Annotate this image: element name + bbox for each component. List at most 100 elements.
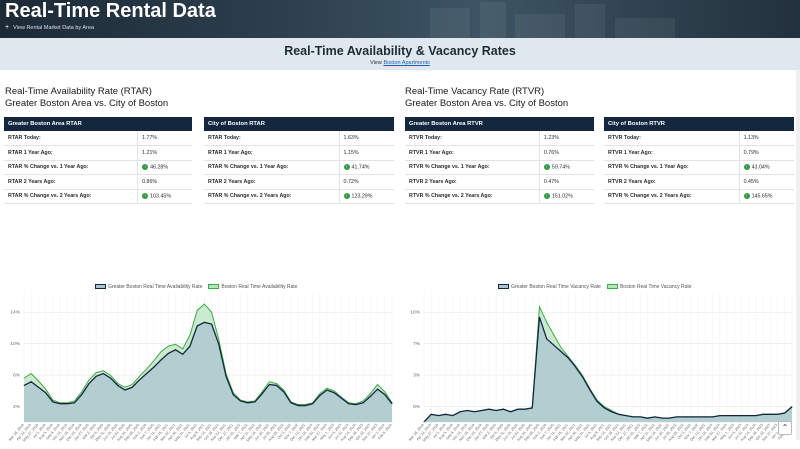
area-market-link[interactable]: + View Rental Market Data by Area — [5, 24, 94, 31]
stat-value-text: 43.04% — [751, 164, 770, 171]
arrow-up-icon: ↑ — [343, 193, 350, 200]
data-point — [676, 416, 677, 418]
data-point — [175, 349, 176, 351]
data-point — [762, 413, 764, 415]
data-point — [333, 392, 335, 394]
data-point — [531, 407, 533, 409]
data-point — [117, 385, 119, 386]
stat-label: RTAR Today: — [4, 131, 138, 146]
data-point — [23, 377, 25, 379]
data-point — [502, 408, 504, 410]
boston-apartments-link[interactable]: Boston Apartments — [383, 60, 429, 66]
table-row: RTVR % Change vs. 2 Years Ago: ↑ 151.02% — [405, 189, 594, 204]
table-header: City of Boston RTVR — [604, 117, 794, 131]
table-row: RTAR % Change vs. 2 Years Ago: ↑ 103.45% — [4, 189, 192, 204]
data-point — [377, 388, 378, 390]
data-point — [218, 343, 220, 345]
data-point — [618, 413, 620, 415]
data-point — [726, 415, 728, 416]
table-header: City of Boston RTAR — [204, 117, 394, 131]
stat-value: 1.21% — [137, 145, 192, 161]
data-point — [326, 387, 328, 389]
stat-label: RTVR % Change vs. 2 Years Ago: — [604, 189, 740, 204]
data-point — [38, 386, 39, 388]
data-point — [589, 389, 591, 391]
scroll-to-top-button[interactable]: ⌃ — [778, 421, 792, 435]
greater-boston-rtar-table: Greater Boston Area RTAR RTAR Today: 1.77… — [4, 117, 192, 204]
data-point — [160, 359, 162, 361]
y-tick-label: 0% — [413, 404, 421, 410]
data-point — [661, 417, 663, 419]
stat-value: 1.23% — [538, 131, 594, 146]
data-point — [218, 339, 220, 341]
table-row: RTVR % Change vs. 1 Year Ago: ↑ 59.74% — [405, 160, 594, 175]
data-point — [553, 334, 555, 336]
data-point — [466, 410, 468, 411]
stat-value-text: 151.02% — [551, 193, 573, 200]
stat-value: 1.63% — [338, 131, 394, 146]
data-point — [211, 323, 213, 325]
arrow-up-icon: ↑ — [543, 164, 550, 171]
arrow-up-icon: ↑ — [743, 164, 750, 171]
rtar-heading-line1: Real-Time Availability Rate (RTAR) — [5, 86, 152, 97]
city-boston-rtar-table: City of Boston RTAR RTAR Today: 1.63% RTAR… — [204, 117, 394, 204]
stat-label: RTAR % Change vs. 2 Years Ago: — [4, 189, 138, 204]
data-point — [539, 306, 540, 308]
y-tick-label: 6% — [13, 372, 21, 378]
greater-boston-rtvr-table: Greater Boston Area RTVR RTVR Today: 1.23… — [405, 117, 594, 204]
stat-label: RTVR 2 Years Ago: — [405, 174, 540, 190]
data-point — [74, 400, 75, 402]
stat-label: RTAR 1 Year Ago: — [4, 145, 138, 161]
rtvr-heading-line1: Real-Time Vacancy Rate (RTVR) — [405, 86, 545, 97]
table-row: RTAR 2 Years Ago: 0.86% — [4, 174, 192, 190]
data-point — [384, 394, 386, 395]
data-point — [510, 411, 511, 413]
data-point — [160, 351, 162, 352]
stat-value: 0.86% — [137, 174, 192, 190]
data-point — [733, 415, 735, 416]
data-point — [603, 407, 605, 409]
stat-value-text: 103.45% — [150, 193, 172, 200]
data-point — [546, 338, 548, 340]
y-tick-label: 10% — [10, 341, 20, 347]
y-tick-label: 14% — [10, 310, 20, 316]
stat-value: 1.13% — [738, 131, 794, 146]
stat-value-text: 41.74% — [351, 164, 370, 171]
data-point — [52, 401, 54, 403]
data-point — [625, 415, 627, 416]
data-point — [182, 353, 184, 355]
table-row: RTAR Today: 1.77% — [4, 131, 192, 146]
data-point — [567, 357, 569, 359]
data-point — [582, 376, 584, 378]
stat-label: RTVR % Change vs. 2 Years Ago: — [405, 189, 540, 204]
data-point — [45, 388, 47, 390]
data-point — [81, 394, 83, 395]
stat-value: ↑ 46.28% — [137, 160, 192, 175]
series-area-boston — [424, 306, 792, 422]
data-point — [74, 402, 75, 404]
city-boston-rtvr-table: City of Boston RTVR RTVR Today: 1.13% RTVR… — [604, 117, 794, 204]
section-view-line: View Boston Apartments — [0, 60, 800, 66]
data-point — [348, 403, 350, 405]
table-row: RTAR % Change vs. 2 Years Ago: ↑ 123.29% — [204, 189, 394, 204]
data-point — [95, 375, 97, 377]
stat-value: ↑ 43.04% — [738, 160, 794, 175]
stat-value: 0.47% — [538, 174, 594, 190]
stat-label: RTAR Today: — [204, 131, 340, 146]
stat-label: RTVR 1 Year Ago: — [604, 145, 740, 161]
section-header: Real-Time Availability & Vacancy Rates V… — [0, 38, 800, 70]
chevron-up-icon: ⌃ — [781, 423, 789, 432]
data-point — [517, 408, 519, 410]
data-point — [355, 404, 357, 406]
arrow-up-icon: ↑ — [142, 193, 149, 200]
data-point — [203, 303, 205, 305]
data-point — [167, 353, 169, 354]
data-point — [524, 408, 526, 410]
data-point — [146, 373, 148, 374]
arrow-up-icon: ↑ — [743, 193, 750, 200]
y-tick-label: 10% — [410, 310, 420, 316]
table-row: RTVR 2 Years Ago: 0.47% — [405, 174, 594, 190]
page-scrollbar[interactable] — [796, 70, 800, 440]
rtar-heading-line2: Greater Boston Area vs. City of Boston — [5, 97, 169, 109]
data-point — [290, 402, 292, 404]
